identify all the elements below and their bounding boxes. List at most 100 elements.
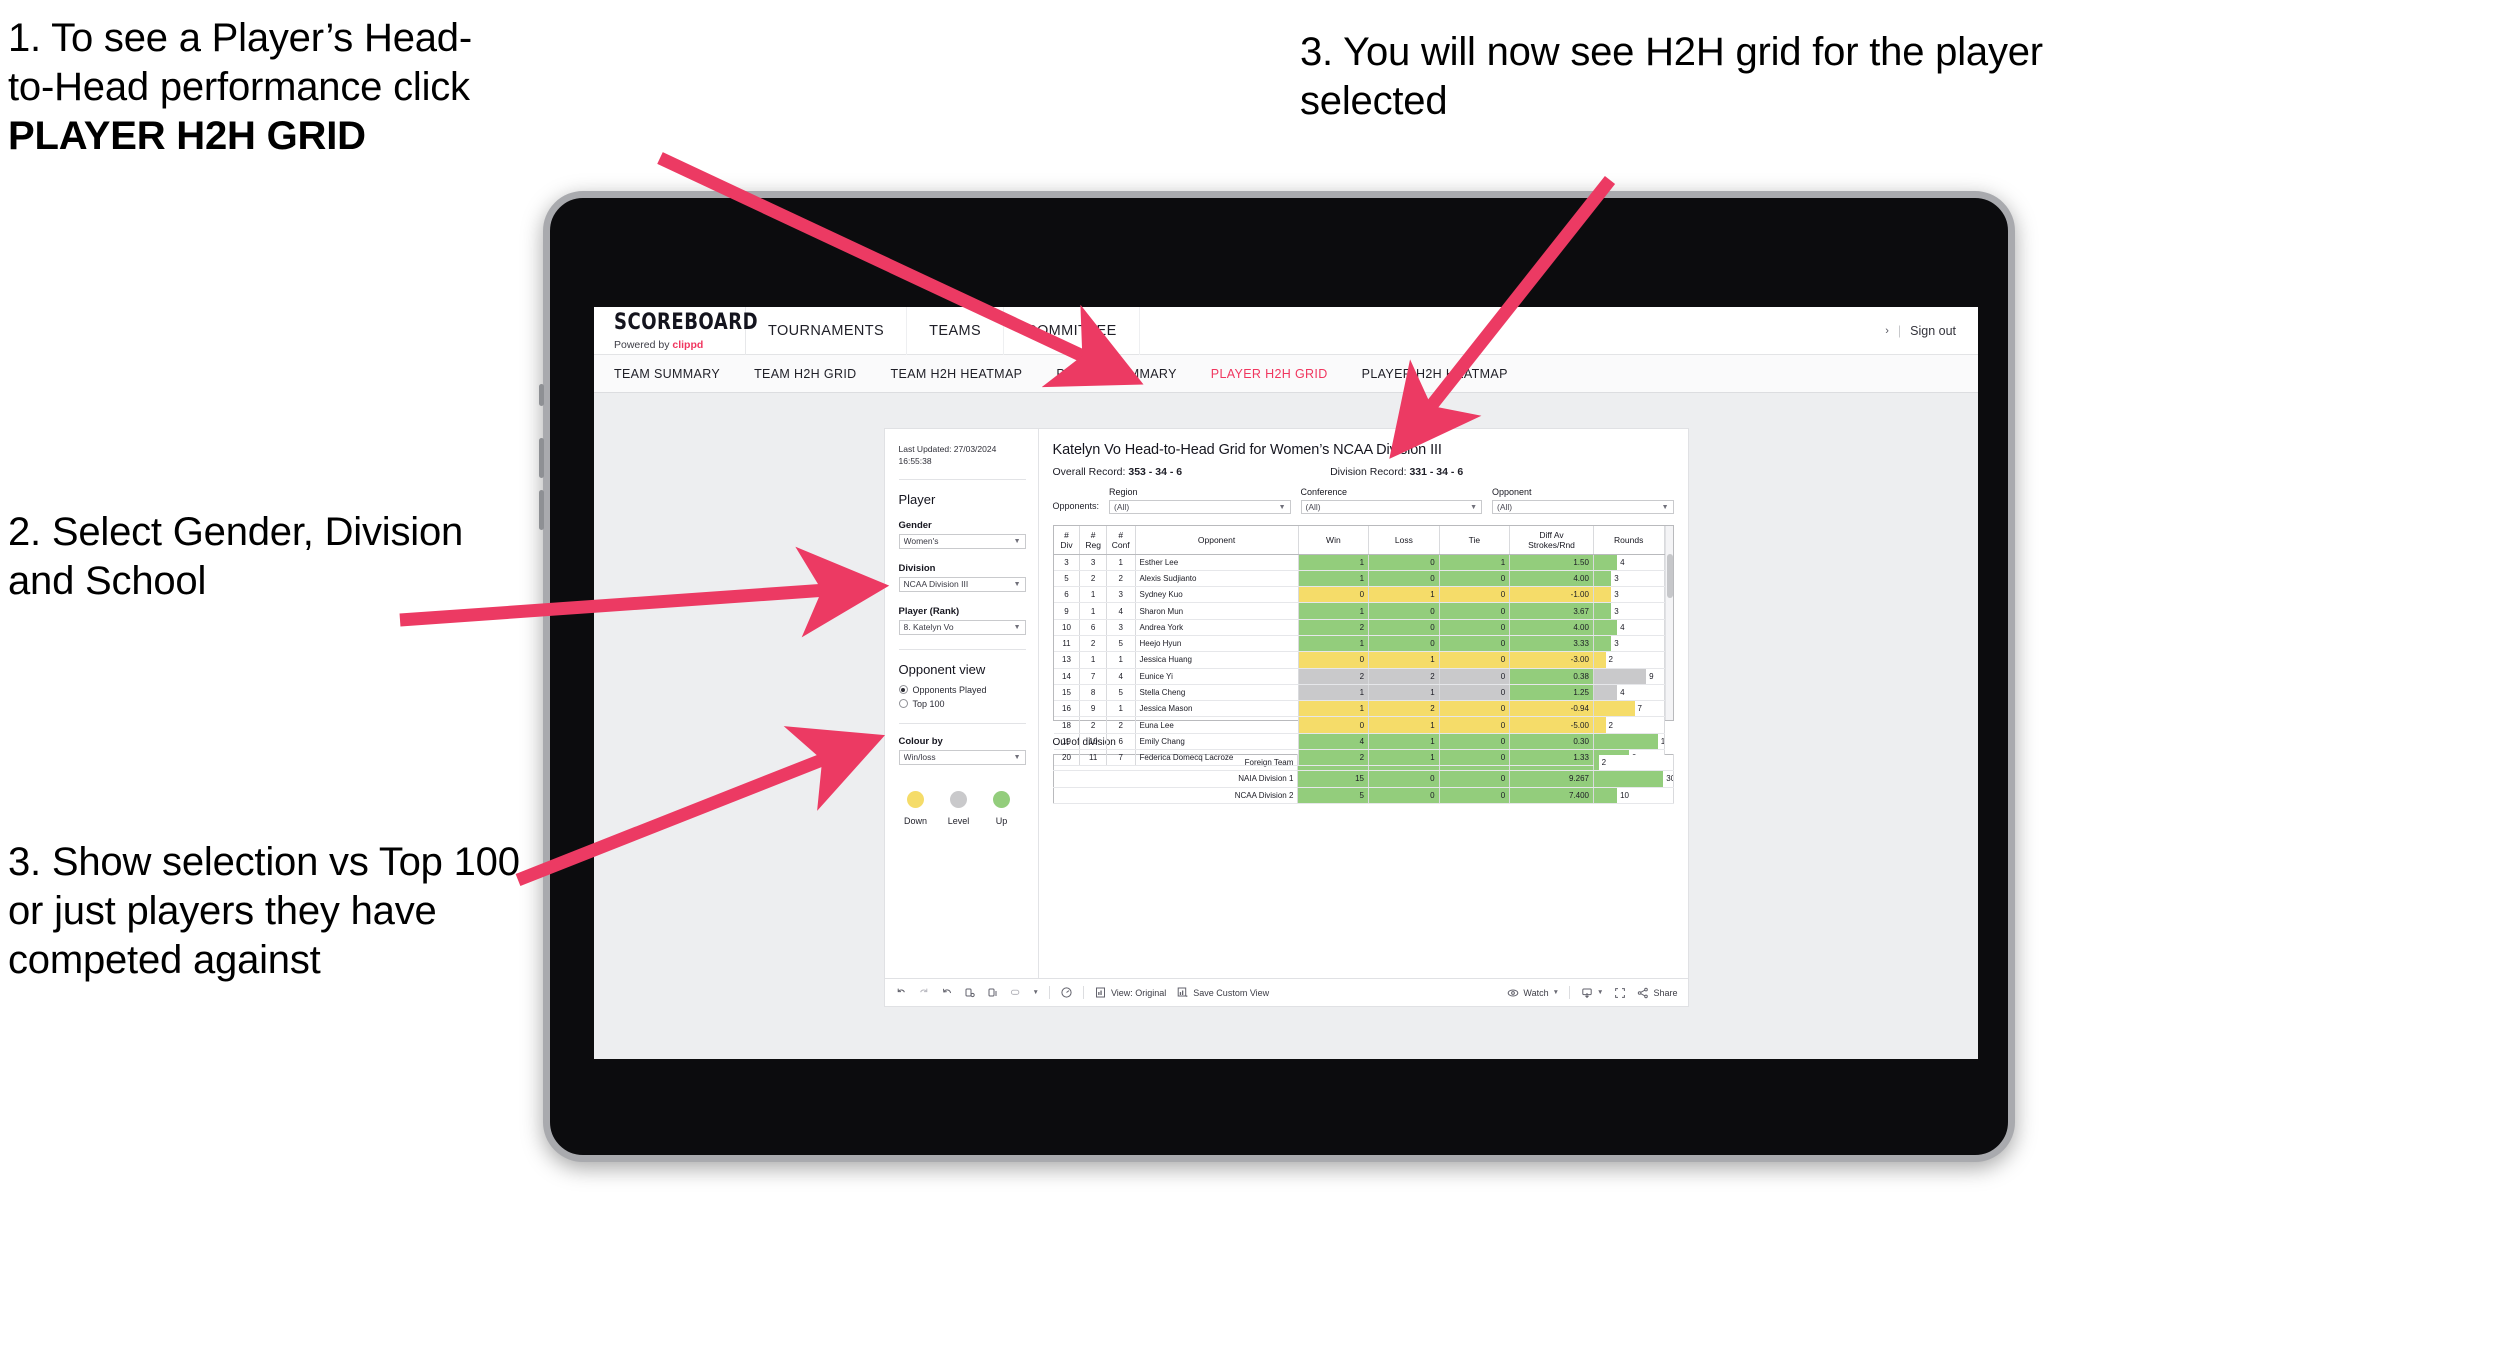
save-custom-view-button[interactable]: Save Custom View — [1176, 986, 1269, 999]
comment-icon[interactable] — [1010, 986, 1023, 999]
loss-cell: 1 — [1368, 684, 1440, 702]
opponent-filter-value: (All) — [1497, 502, 1513, 512]
player-rank-filter-select[interactable]: 8. Katelyn Vo ▼ — [898, 619, 1026, 635]
brand-logo[interactable]: SCOREBOARD Powered by clippd — [594, 307, 758, 355]
table-row[interactable]: 16 9 1 Jessica Mason 1 2 0 -0.94 7 — [1053, 700, 1665, 718]
annotation-step-3-right: 3. You will now see H2H grid for the pla… — [1300, 30, 2043, 123]
tie-cell: 0 — [1439, 586, 1511, 604]
table-row[interactable]: 9 1 4 Sharon Mun 1 0 0 3.67 3 — [1053, 602, 1665, 620]
download-icon — [1580, 986, 1593, 999]
diff-cell: -3.00 — [1509, 651, 1594, 669]
conference-filter-select[interactable]: (All) ▼ — [1300, 500, 1483, 514]
rounds-bar — [1593, 587, 1612, 602]
table-row[interactable]: NAIA Division 115009.26730 — [1053, 770, 1674, 788]
opponent-filter-conference: Conference (All) ▼ — [1300, 487, 1483, 514]
view-icon — [1094, 986, 1107, 999]
download-button[interactable]: ▼ — [1580, 986, 1603, 999]
opponent-filter-label: Opponent — [1492, 487, 1532, 497]
division-filter-select[interactable]: NCAA Division III ▼ — [898, 576, 1026, 592]
opponent-cell: Heejo Hyun — [1135, 635, 1299, 653]
ood-rounds-bar — [1594, 787, 1618, 803]
division-filter-label: Division — [898, 562, 936, 574]
table-row[interactable]: 13 1 1 Jessica Huang 0 1 0 -3.00 2 — [1053, 651, 1665, 669]
topnav-item-teams[interactable]: TEAMS — [907, 307, 1005, 355]
tie-cell: 0 — [1439, 651, 1511, 669]
opponent-view-title: Opponent view — [898, 661, 986, 677]
watch-button[interactable]: Watch ▼ — [1506, 986, 1559, 999]
conf-cell: 1 — [1106, 700, 1136, 718]
conf-cell: 3 — [1106, 586, 1136, 604]
ood-loss-cell: 0 — [1368, 770, 1440, 788]
chevron-down-icon: ▼ — [1470, 503, 1478, 511]
brand-subtitle: Powered by clippd — [614, 339, 745, 351]
table-row[interactable]: 20117Federica Domecq Lacroze2101.336 — [1053, 749, 1665, 767]
topnav-item-committee[interactable]: COMMITTEE — [1004, 307, 1140, 355]
redo-icon[interactable] — [918, 986, 931, 999]
region-filter-select[interactable]: (All) ▼ — [1109, 500, 1291, 514]
share-button[interactable]: Share — [1636, 986, 1678, 999]
rounds-cell: 2 — [1593, 716, 1665, 734]
table-row[interactable]: 18 2 2 Euna Lee 0 1 0 -5.00 2 — [1053, 716, 1665, 734]
annotation-step-1-line-2: to-Head performance click — [8, 64, 470, 109]
chevron-down-icon[interactable]: ▼ — [1033, 989, 1039, 996]
ood-win-cell: 15 — [1297, 770, 1369, 788]
chevron-right-icon[interactable]: › — [1885, 325, 1889, 337]
table-row[interactable]: 14 7 4 Eunice Yi 2 2 0 0.38 9 — [1053, 668, 1665, 685]
table-row[interactable]: NCAA Division 2 5 0 0 7.400 10 — [1053, 787, 1674, 804]
table-row[interactable]: 6 1 3 Sydney Kuo 0 1 0 -1.00 3 — [1053, 586, 1665, 604]
subnav-item-team-h2h-grid[interactable]: TEAM H2H GRID — [754, 367, 856, 381]
subnav-item-player-h2h-grid[interactable]: PLAYER H2H GRID — [1211, 367, 1328, 381]
subnav-item-team-h2h-heatmap[interactable]: TEAM H2H HEATMAP — [891, 367, 1023, 381]
pause-updates-icon[interactable] — [987, 986, 1000, 999]
tie-cell: 0 — [1439, 733, 1511, 751]
subnav-item-player-h2h-heatmap[interactable]: PLAYER H2H HEATMAP — [1362, 367, 1508, 381]
topnav-item-tournaments[interactable]: TOURNAMENTS — [746, 307, 908, 355]
table-row[interactable]: 11 2 5 Heejo Hyun 1 0 0 3.33 3 — [1053, 635, 1665, 653]
opponent-cell: Sharon Mun — [1135, 602, 1299, 620]
table-row[interactable]: 5 2 2 Alexis Sudjianto 1 0 0 4.00 3 — [1053, 570, 1665, 588]
region-filter-label: Region — [1109, 487, 1138, 497]
grid-scrollbar-thumb[interactable] — [1666, 554, 1673, 598]
radio-opponents-played[interactable]: Opponents Played — [898, 685, 1026, 695]
gender-filter-select[interactable]: Women's ▼ — [898, 533, 1026, 549]
table-row[interactable]: 19106Emily Chang4100.3011 — [1053, 733, 1665, 751]
rounds-cell: 11 — [1593, 733, 1665, 751]
table-row[interactable]: 10 6 3 Andrea York 2 0 0 4.00 4 — [1053, 619, 1665, 636]
colour-by-value: Win/loss — [903, 752, 936, 763]
chevron-down-icon: ▼ — [1013, 537, 1021, 545]
table-row[interactable]: 15 8 5 Stella Cheng 1 1 0 1.25 4 — [1053, 684, 1665, 702]
h2h-col-header-5: Loss — [1368, 526, 1440, 555]
filter-panel: Last Updated: 27/03/2024 16:55:38 Player… — [884, 429, 1039, 978]
table-row[interactable]: 3 3 1 Esther Lee 1 0 1 1.50 4 — [1053, 554, 1665, 571]
share-label: Share — [1653, 987, 1678, 998]
last-updated-text: Last Updated: 27/03/2024 16:55:38 — [898, 444, 997, 467]
opponent-cell: Federica Domecq Lacroze — [1135, 749, 1299, 767]
rounds-value: 4 — [1620, 622, 1625, 632]
tablet-screen: SCOREBOARD Powered by clippd TOURNAMENTS… — [594, 307, 1978, 1059]
refresh-data-icon[interactable] — [964, 986, 977, 999]
view-original-button[interactable]: View: Original — [1094, 986, 1166, 999]
conf-cell: 1 — [1106, 651, 1136, 669]
subnav-item-player-summary[interactable]: PLAYER SUMMARY — [1056, 367, 1176, 381]
h2h-col-header-8: Rounds — [1593, 526, 1665, 555]
ood-rounds-cell: 2 — [1593, 754, 1674, 772]
undo-icon[interactable] — [895, 986, 908, 999]
colour-by-select[interactable]: Win/loss ▼ — [898, 749, 1026, 765]
radio-top-100[interactable]: Top 100 — [898, 699, 1026, 709]
watch-eye-icon — [1506, 986, 1519, 999]
loss-cell: 0 — [1368, 570, 1440, 588]
tie-cell: 1 — [1439, 554, 1511, 571]
sign-out-link[interactable]: Sign out — [1910, 324, 1956, 338]
pause-icon[interactable] — [1060, 986, 1073, 999]
conf-cell: 2 — [1106, 570, 1136, 588]
revert-icon[interactable] — [941, 986, 954, 999]
chevron-down-icon: ▼ — [1013, 753, 1021, 761]
tie-cell: 0 — [1439, 619, 1511, 636]
rounds-bar — [1593, 635, 1612, 651]
subnav-item-team-summary[interactable]: TEAM SUMMARY — [614, 367, 720, 381]
fullscreen-icon[interactable] — [1613, 986, 1626, 999]
grid-scrollbar[interactable] — [1664, 526, 1673, 720]
opponent-filter-select[interactable]: (All) ▼ — [1492, 500, 1674, 514]
ood-loss-cell: 0 — [1368, 787, 1440, 804]
filter-divider-2 — [898, 648, 1026, 650]
